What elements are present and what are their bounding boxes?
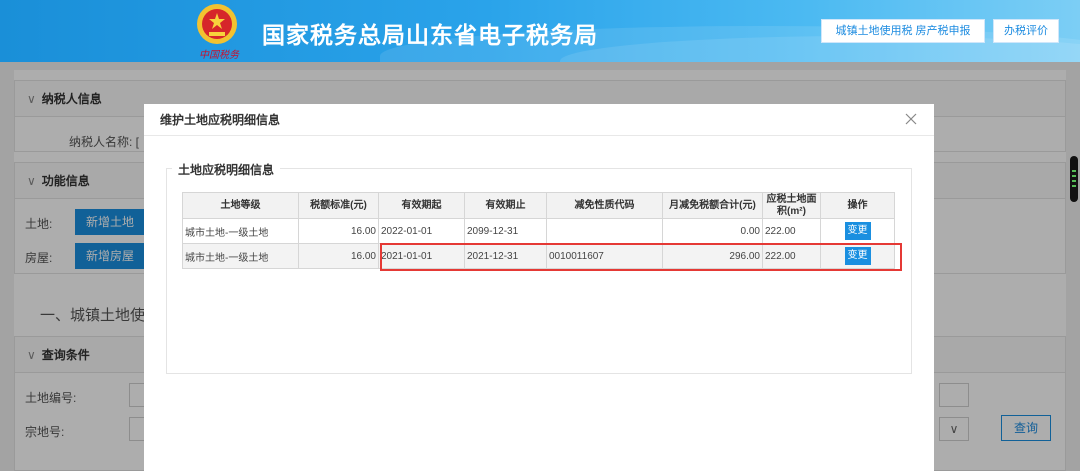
cell-relief: 0.00 bbox=[662, 218, 763, 244]
table-header-row: 土地等级 税额标准(元) 有效期起 有效期止 减免性质代码 月减免税额合计(元)… bbox=[182, 192, 895, 219]
cell-area: 222.00 bbox=[762, 218, 821, 244]
site-header: 中国税务 国家税务总局山东省电子税务局 城镇土地使用税 房产税申报 办税评价 bbox=[0, 0, 1080, 62]
cell-end: 2099-12-31 bbox=[464, 218, 547, 244]
col-header: 土地等级 bbox=[182, 192, 299, 219]
modal-title: 维护土地应税明细信息 bbox=[144, 104, 934, 136]
tax-evaluation-button[interactable]: 办税评价 bbox=[993, 19, 1059, 43]
col-header: 减免性质代码 bbox=[546, 192, 663, 219]
col-header: 操作 bbox=[820, 192, 895, 219]
change-button[interactable]: 变更 bbox=[844, 222, 871, 240]
land-tax-table: 土地等级 税额标准(元) 有效期起 有效期止 减免性质代码 月减免税额合计(元)… bbox=[182, 192, 895, 269]
table-row: 城市土地-一级土地 16.00 2021-01-01 2021-12-31 00… bbox=[182, 243, 895, 269]
cell-start: 2022-01-01 bbox=[378, 218, 465, 244]
site-title: 国家税务总局山东省电子税务局 bbox=[262, 22, 598, 48]
cell-start: 2021-01-01 bbox=[378, 243, 465, 269]
cell-area: 222.00 bbox=[762, 243, 821, 269]
table-row: 城市土地-一级土地 16.00 2022-01-01 2099-12-31 0.… bbox=[182, 218, 895, 244]
slogan-script: 中国税务 bbox=[199, 50, 239, 61]
cell-action: 变更 bbox=[820, 243, 895, 269]
cell-grade: 城市土地-一级土地 bbox=[182, 218, 299, 244]
col-header: 应税土地面积(m²) bbox=[762, 192, 821, 219]
cell-rate: 16.00 bbox=[298, 243, 379, 269]
cell-code: 0010011607 bbox=[546, 243, 663, 269]
col-header: 税额标准(元) bbox=[298, 192, 379, 219]
cell-action: 变更 bbox=[820, 218, 895, 244]
cell-code bbox=[546, 218, 663, 244]
col-header: 有效期起 bbox=[378, 192, 465, 219]
col-header: 有效期止 bbox=[464, 192, 547, 219]
cell-relief: 296.00 bbox=[662, 243, 763, 269]
col-header: 月减免税额合计(元) bbox=[662, 192, 763, 219]
tax-declare-button[interactable]: 城镇土地使用税 房产税申报 bbox=[821, 19, 985, 43]
cell-rate: 16.00 bbox=[298, 218, 379, 244]
detail-legend: 土地应税明细信息 bbox=[172, 161, 281, 178]
cell-end: 2021-12-31 bbox=[464, 243, 547, 269]
land-tax-detail-modal: 维护土地应税明细信息 土地应税明细信息 土地等级 税额标准(元) 有效期起 有效… bbox=[144, 104, 934, 471]
scrollbar-handle[interactable] bbox=[1070, 156, 1078, 202]
change-button[interactable]: 变更 bbox=[844, 247, 871, 265]
cell-grade: 城市土地-一级土地 bbox=[182, 243, 299, 269]
tax-emblem-icon bbox=[197, 4, 237, 44]
close-icon[interactable] bbox=[904, 112, 918, 126]
